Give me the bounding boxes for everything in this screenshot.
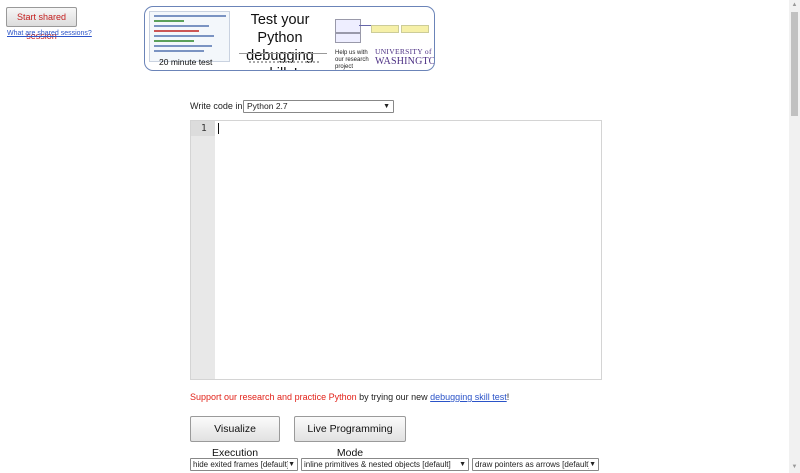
code-editor[interactable]: 1: [190, 120, 602, 380]
debugging-test-banner[interactable]: 20 minute test Test your Python debuggin…: [144, 6, 435, 71]
chevron-down-icon: ▼: [589, 459, 596, 470]
text-cursor: [218, 123, 219, 134]
language-select-value: Python 2.7: [247, 101, 288, 111]
visualization-thumbnail: [335, 16, 431, 46]
editor-gutter: 1: [191, 121, 215, 379]
chevron-down-icon: ▼: [288, 459, 295, 470]
start-shared-session-button[interactable]: Start shared session: [6, 7, 77, 41]
primitives-option-select[interactable]: inline primitives & nested objects [defa…: [301, 458, 469, 471]
scroll-down-icon[interactable]: ▼: [789, 462, 800, 473]
pointers-option-select[interactable]: draw pointers as arrows [default] ▼: [472, 458, 599, 471]
chevron-down-icon: ▼: [459, 459, 466, 470]
frames-option-value: hide exited frames [default]: [193, 460, 290, 469]
chevron-down-icon: ▼: [383, 103, 390, 110]
support-message: Support our research and practice Python…: [190, 392, 509, 402]
support-middle-text: by trying our new: [356, 392, 431, 402]
banner-controls-thumbnail: [249, 61, 319, 66]
banner-help-text: Help us with our research project: [335, 50, 369, 70]
page-scrollbar[interactable]: ▲ ▼: [789, 0, 800, 473]
pointers-option-value: draw pointers as arrows [default]: [475, 460, 591, 469]
shared-sessions-help-link[interactable]: What are shared sessions?: [7, 30, 92, 37]
line-number: 1: [201, 123, 207, 134]
code-thumbnail: [149, 11, 230, 62]
primitives-option-value: inline primitives & nested objects [defa…: [304, 460, 451, 469]
banner-duration: 20 minute test: [159, 57, 213, 67]
scroll-up-icon[interactable]: ▲: [789, 0, 800, 11]
support-red-text: Support our research and practice Python: [190, 392, 357, 402]
banner-divider: [239, 53, 327, 54]
language-select[interactable]: Python 2.7 ▼: [243, 100, 394, 113]
scrollbar-thumb[interactable]: [791, 12, 798, 116]
debugging-test-link[interactable]: debugging skill test: [430, 392, 507, 402]
visualize-execution-button[interactable]: Visualize Execution: [190, 416, 280, 459]
frames-option-select[interactable]: hide exited frames [default] ▼: [190, 458, 298, 471]
support-end-text: !: [506, 392, 510, 402]
uw-logo-line1: UNIVERSITY of: [375, 47, 432, 56]
uw-logo-line2: WASHINGTON: [375, 56, 434, 67]
language-label: Write code in: [190, 101, 243, 111]
live-programming-button[interactable]: Live Programming Mode: [294, 416, 406, 459]
